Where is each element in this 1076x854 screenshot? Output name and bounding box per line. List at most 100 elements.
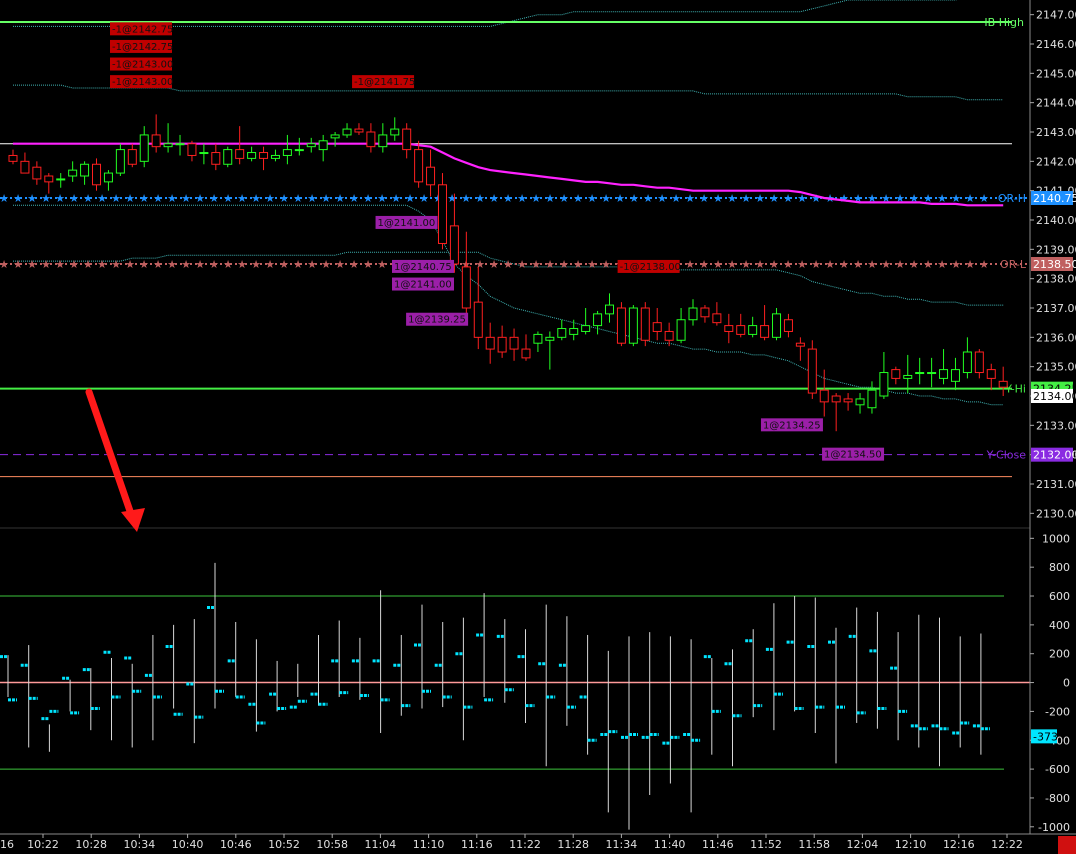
level-star-icon: ★ bbox=[69, 258, 79, 271]
candle-body bbox=[485, 336, 495, 350]
level-star-icon: ★ bbox=[125, 192, 135, 205]
candle-body bbox=[44, 175, 54, 183]
time-tick-label: 12:16 bbox=[943, 838, 975, 851]
candle-body bbox=[163, 143, 173, 148]
level-star-icon: ★ bbox=[167, 258, 177, 271]
osc-tick-label: 600 bbox=[1049, 590, 1070, 603]
time-tick-label: 11:58 bbox=[798, 838, 830, 851]
time-tick-label: 12:22 bbox=[991, 838, 1023, 851]
candle-body bbox=[187, 143, 197, 156]
level-star-icon: ★ bbox=[643, 192, 653, 205]
candle-body bbox=[151, 134, 161, 148]
candle-body bbox=[437, 184, 447, 244]
osc-tick-label: 0 bbox=[1063, 677, 1070, 690]
trade-label-text: -1@2143.00 bbox=[112, 77, 173, 88]
candle-body bbox=[294, 149, 304, 152]
level-label: Y-Close bbox=[986, 449, 1027, 462]
osc-tick-label: -600 bbox=[1045, 763, 1070, 776]
candle-body bbox=[449, 225, 459, 265]
level-star-icon: ★ bbox=[769, 258, 779, 271]
level-star-icon: ★ bbox=[545, 258, 555, 271]
candle-body bbox=[831, 395, 841, 403]
trade-label-text: 1@2134.25 bbox=[763, 420, 821, 431]
candle-body bbox=[986, 369, 996, 379]
time-tick-label: 11:28 bbox=[557, 838, 589, 851]
level-star-icon: ★ bbox=[83, 258, 93, 271]
level-star-icon: ★ bbox=[377, 192, 387, 205]
time-tick-label: 10:46 bbox=[220, 838, 252, 851]
osc-tick-label: 400 bbox=[1049, 619, 1070, 632]
candle-body bbox=[772, 313, 782, 338]
time-tick-label: 10:28 bbox=[75, 838, 107, 851]
level-star-icon: ★ bbox=[97, 192, 107, 205]
level-star-icon: ★ bbox=[601, 258, 611, 271]
candle-body bbox=[115, 149, 125, 174]
level-star-icon: ★ bbox=[307, 258, 317, 271]
candle-body bbox=[891, 369, 901, 379]
level-star-icon: ★ bbox=[153, 192, 163, 205]
price-tick-label: 2142.00 bbox=[1036, 155, 1076, 168]
level-star-icon: ★ bbox=[811, 258, 821, 271]
level-star-icon: ★ bbox=[265, 258, 275, 271]
candle-body bbox=[664, 330, 674, 341]
level-star-icon: ★ bbox=[573, 258, 583, 271]
trading-chart: IB High ★ ★ ★ ★ ★ ★ ★ ★ ★ ★ ★ ★ ★ ★ ★ ★ ★ ★ ★ ★ ★ ★ ★ ★ ★ ★ ★ ★ ★ ★ ★ ★ ★… bbox=[0, 0, 1076, 854]
candle-body bbox=[521, 348, 531, 359]
level-star-icon: ★ bbox=[867, 258, 877, 271]
candle-body bbox=[426, 166, 436, 186]
candle-body bbox=[783, 319, 793, 332]
time-tick-label: 10:22 bbox=[27, 838, 59, 851]
level-label: OR-L bbox=[1000, 258, 1027, 271]
time-tick-label: 11:34 bbox=[606, 838, 638, 851]
level-star-icon: ★ bbox=[979, 258, 989, 271]
candle-body bbox=[282, 149, 292, 156]
level-star-icon: ★ bbox=[0, 258, 9, 271]
level-star-icon: ★ bbox=[83, 192, 93, 205]
level-star-icon: ★ bbox=[727, 192, 737, 205]
osc-value-label: -373 bbox=[1033, 730, 1058, 743]
level-star-icon: ★ bbox=[195, 258, 205, 271]
level-star-icon: ★ bbox=[447, 192, 457, 205]
level-star-icon: ★ bbox=[139, 192, 149, 205]
level-star-icon: ★ bbox=[713, 192, 723, 205]
level-star-icon: ★ bbox=[531, 258, 541, 271]
level-star-icon: ★ bbox=[69, 192, 79, 205]
price-tag-label: 2138.50 bbox=[1033, 258, 1076, 271]
level-label: IB High bbox=[984, 16, 1024, 29]
candle-body bbox=[211, 152, 221, 165]
level-star-icon: ★ bbox=[895, 258, 905, 271]
candle-body bbox=[915, 372, 925, 375]
price-tick-label: 2146.00 bbox=[1036, 38, 1076, 51]
level-star-icon: ★ bbox=[97, 258, 107, 271]
candle-body bbox=[652, 322, 662, 332]
candle-body bbox=[473, 301, 483, 338]
candle-body bbox=[927, 372, 937, 375]
level-star-icon: ★ bbox=[223, 258, 233, 271]
candle-body bbox=[247, 152, 257, 159]
level-star-icon: ★ bbox=[251, 192, 261, 205]
candle-body bbox=[736, 325, 746, 335]
trade-label-text: -1@2143.00 bbox=[112, 60, 173, 71]
candle-body bbox=[8, 154, 18, 162]
trade-label-text: 1@2140.75 bbox=[394, 262, 452, 273]
level-star-icon: ★ bbox=[153, 258, 163, 271]
level-star-icon: ★ bbox=[293, 192, 303, 205]
price-tick-label: 2144.00 bbox=[1036, 97, 1076, 110]
osc-tick-label: -1000 bbox=[1038, 821, 1070, 834]
candle-body bbox=[80, 163, 90, 177]
chart-background bbox=[0, 0, 1076, 854]
level-star-icon: ★ bbox=[853, 258, 863, 271]
level-star-icon: ★ bbox=[755, 258, 765, 271]
time-tick-label: 11:46 bbox=[702, 838, 734, 851]
level-star-icon: ★ bbox=[279, 192, 289, 205]
level-star-icon: ★ bbox=[405, 192, 415, 205]
candle-body bbox=[712, 313, 722, 324]
candle-body bbox=[414, 149, 424, 183]
osc-tick-label: 200 bbox=[1049, 648, 1070, 661]
level-star-icon: ★ bbox=[55, 192, 65, 205]
time-tick-label: 11:16 bbox=[461, 838, 493, 851]
level-star-icon: ★ bbox=[503, 192, 513, 205]
level-star-icon: ★ bbox=[923, 258, 933, 271]
candle-body bbox=[366, 131, 376, 148]
time-tick-label: 11:40 bbox=[654, 838, 686, 851]
